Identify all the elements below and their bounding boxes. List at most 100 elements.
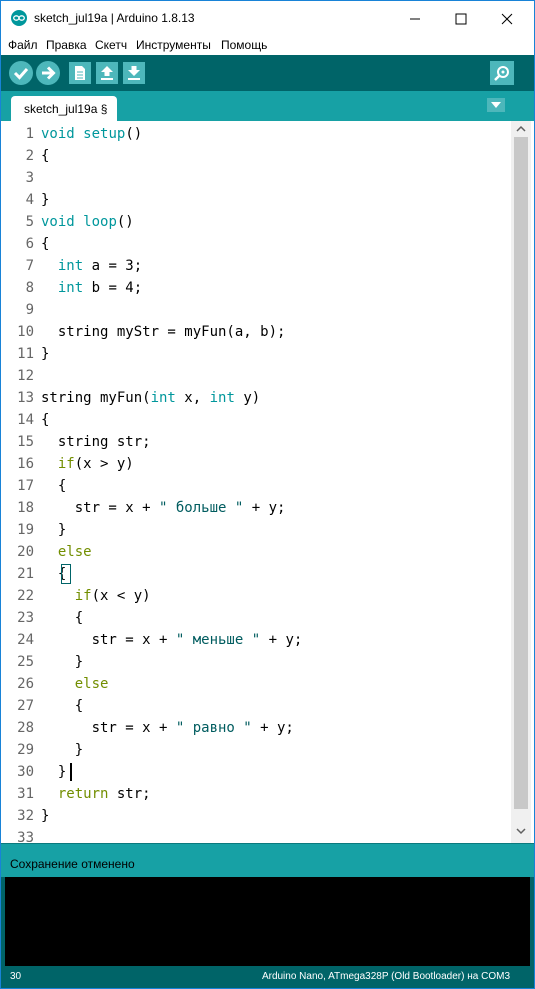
minimize-button[interactable] [392, 1, 438, 35]
code-line[interactable]: string str; [41, 431, 151, 453]
maximize-button[interactable] [438, 1, 484, 35]
menu-file[interactable]: Файл [8, 38, 38, 52]
code-line[interactable]: if(x > y) [41, 453, 134, 475]
line-number: 30 [17, 764, 34, 780]
console-output[interactable] [1, 877, 534, 966]
line-number-gutter: 1 2 3 4 5 6 7 8 9 10 11 12 13 14 15 16 17 18 19 20 21 22 23 24 2… [1, 121, 39, 843]
menu-help[interactable]: Помощь [221, 38, 267, 52]
window-title: sketch_jul19a | Arduino 1.8.13 [34, 11, 195, 25]
line-number: 11 [17, 346, 34, 362]
line-number: 20 [17, 544, 34, 560]
line-number: 32 [17, 808, 34, 824]
line-number: 7 [25, 258, 34, 274]
code-line[interactable]: str = x + " равно " + y; [41, 717, 294, 739]
scroll-down-icon[interactable] [514, 825, 528, 837]
tab-label: sketch_jul19a § [24, 102, 108, 116]
line-number: 26 [17, 676, 34, 692]
vertical-scrollbar[interactable] [511, 121, 531, 843]
line-number: 29 [17, 742, 34, 758]
code-line[interactable]: { [41, 409, 49, 431]
code-editor[interactable]: 1 2 3 4 5 6 7 8 9 10 11 12 13 14 15 16 17 18 19 20 21 22 23 24 2… [1, 121, 534, 843]
line-number: 8 [25, 280, 34, 296]
line-number: 17 [17, 478, 34, 494]
verify-button[interactable] [9, 61, 33, 85]
code-line[interactable]: } [41, 651, 83, 673]
chevron-down-icon [491, 102, 501, 108]
line-number: 24 [17, 632, 34, 648]
code-line[interactable]: { [41, 145, 49, 167]
tab-menu-button[interactable] [487, 98, 505, 112]
new-button[interactable] [69, 62, 91, 84]
menu-edit[interactable]: Правка [46, 38, 87, 52]
arduino-ide-window: sketch_jul19a | Arduino 1.8.13 Файл Прав… [0, 0, 535, 989]
footer-bar: 30 Arduino Nano, ATmega328P (Old Bootloa… [1, 966, 534, 988]
tab-bar: sketch_jul19a § [1, 91, 534, 121]
line-number: 28 [17, 720, 34, 736]
code-line[interactable]: return str; [41, 783, 151, 805]
scrollbar-thumb[interactable] [514, 137, 528, 809]
line-number: 15 [17, 434, 34, 450]
line-number: 3 [25, 170, 34, 186]
code-line[interactable]: } [41, 805, 49, 827]
code-line[interactable]: int b = 4; [41, 277, 142, 299]
code-line[interactable]: } [41, 519, 66, 541]
line-number: 10 [17, 324, 34, 340]
line-number: 22 [17, 588, 34, 604]
code-line[interactable]: } [41, 189, 49, 211]
line-number: 23 [17, 610, 34, 626]
open-icon [101, 66, 113, 80]
tab-sketch[interactable]: sketch_jul19a § [11, 96, 117, 121]
line-number: 27 [17, 698, 34, 714]
code-line[interactable]: } [41, 343, 49, 365]
line-number: 6 [25, 236, 34, 252]
line-number: 18 [17, 500, 34, 516]
title-bar: sketch_jul19a | Arduino 1.8.13 [1, 1, 534, 35]
code-line[interactable]: { [41, 233, 49, 255]
new-icon [75, 66, 85, 80]
upload-button[interactable] [36, 61, 60, 85]
code-line[interactable]: else [41, 673, 109, 695]
code-line[interactable]: } [41, 739, 83, 761]
code-line[interactable]: if(x < y) [41, 585, 151, 607]
serial-monitor-icon [494, 66, 509, 81]
close-button[interactable] [484, 1, 530, 35]
text-caret [70, 763, 72, 781]
code-line[interactable]: { [41, 475, 66, 497]
code-line[interactable]: string myStr = myFun(a, b); [41, 321, 286, 343]
line-number: 4 [25, 192, 34, 208]
save-icon [128, 66, 140, 80]
code-line[interactable]: int a = 3; [41, 255, 142, 277]
line-number: 21 [17, 566, 34, 582]
save-button[interactable] [123, 62, 145, 84]
open-button[interactable] [96, 62, 118, 84]
menu-sketch[interactable]: Скетч [95, 38, 127, 52]
menu-tools[interactable]: Инструменты [136, 38, 211, 52]
line-number: 14 [17, 412, 34, 428]
menu-bar: Файл Правка Скетч Инструменты Помощь [1, 35, 534, 55]
board-info: Arduino Nano, ATmega328P (Old Bootloader… [261, 971, 510, 982]
line-number: 33 [17, 830, 34, 843]
line-number: 5 [25, 214, 34, 230]
code-line[interactable]: str = x + " больше " + y; [41, 497, 286, 519]
scroll-up-icon[interactable] [514, 123, 528, 135]
code-line[interactable]: void setup() [41, 123, 142, 145]
toolbar [1, 55, 534, 91]
line-number: 2 [25, 148, 34, 164]
line-number: 9 [25, 302, 34, 318]
line-number: 16 [17, 456, 34, 472]
line-number: 1 [25, 126, 34, 142]
code-line[interactable]: { [41, 607, 83, 629]
code-line[interactable]: string myFun(int x, int y) [41, 387, 260, 409]
line-number: 31 [17, 786, 34, 802]
code-line[interactable]: else [41, 541, 92, 563]
line-number: 13 [17, 390, 34, 406]
code-line[interactable]: void loop() [41, 211, 134, 233]
code-line[interactable]: str = x + " меньше " + y; [41, 629, 303, 651]
upload-icon [42, 66, 56, 80]
line-number: 25 [17, 654, 34, 670]
code-line[interactable]: { [41, 695, 83, 717]
code-area[interactable]: void setup(){} void loop(){ int a = 3; in… [41, 121, 511, 843]
serial-monitor-button[interactable] [490, 61, 514, 85]
code-line[interactable]: } [41, 761, 66, 783]
matching-brace-highlight [61, 564, 71, 584]
